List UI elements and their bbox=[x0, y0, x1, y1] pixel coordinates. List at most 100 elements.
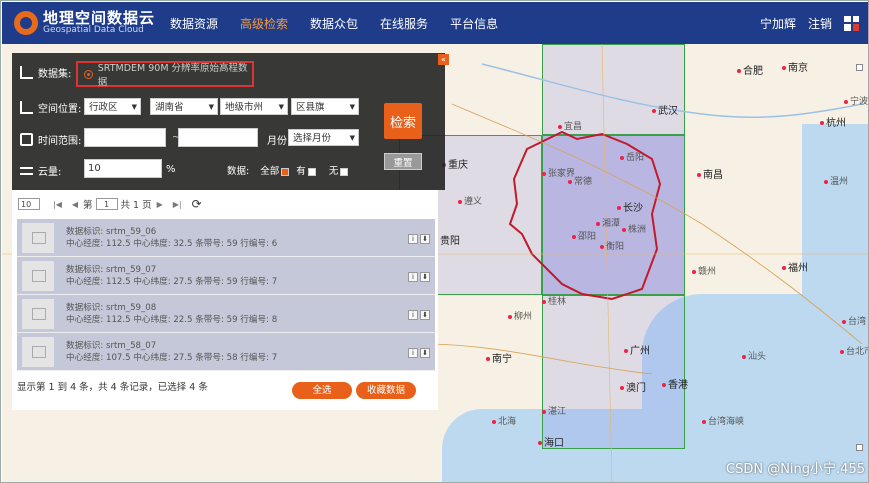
logout-link[interactable]: 注销 bbox=[808, 15, 832, 32]
cloud-input[interactable]: 10 bbox=[84, 159, 162, 178]
user-name-link[interactable]: 宁加辉 bbox=[760, 15, 796, 32]
dataset-label: 数据集: bbox=[38, 69, 72, 80]
refresh-icon[interactable]: ⟳ bbox=[192, 197, 202, 211]
location-type-select[interactable]: 行政区 bbox=[84, 98, 141, 116]
download-icon[interactable]: ⬇ bbox=[420, 348, 430, 358]
dataset-icon bbox=[20, 66, 33, 79]
location-icon bbox=[20, 101, 33, 114]
prev-page-icon[interactable]: ◀ bbox=[72, 200, 78, 209]
download-icon[interactable]: ⬇ bbox=[420, 310, 430, 320]
result-item[interactable]: 数据标识: srtm_59_06 中心经度: 112.5 中心纬度: 32.5 … bbox=[17, 219, 435, 257]
results-panel: 10 |◀ ◀ 第 1 共 1 页 ▶ ▶| ⟳ 数据标识: srtm_59_0… bbox=[12, 190, 438, 410]
thumbnail-image bbox=[22, 336, 54, 367]
end-date-input[interactable] bbox=[178, 128, 258, 147]
search-panel: 数据集: SRTMDEM 90M 分辨率原始高程数据 空间位置: 行政区 湖南省… bbox=[12, 53, 445, 190]
first-page-icon[interactable]: |◀ bbox=[53, 200, 62, 209]
site-logo[interactable]: 地理空间数据云 Geospatial Data Cloud bbox=[14, 10, 160, 36]
result-id: srtm_59_07 bbox=[106, 264, 157, 275]
map-zoom-out[interactable] bbox=[856, 444, 863, 451]
cloud-label: 云量: bbox=[38, 167, 62, 178]
info-icon[interactable]: i bbox=[408, 234, 418, 244]
download-icon[interactable]: ⬇ bbox=[420, 234, 430, 244]
info-icon[interactable]: i bbox=[408, 272, 418, 282]
result-id-label: 数据标识: bbox=[66, 302, 104, 313]
city-label: 汕头 bbox=[742, 349, 766, 362]
csdn-watermark: CSDN @Ning小宁.455 bbox=[726, 462, 865, 477]
result-id: srtm_59_08 bbox=[106, 302, 157, 313]
month-label: 月份: bbox=[267, 136, 291, 147]
city-label: 宜昌 bbox=[558, 119, 582, 132]
apps-grid-icon[interactable] bbox=[844, 15, 859, 31]
thumbnail-image bbox=[22, 222, 54, 253]
nav-crowdsourcing[interactable]: 数据众包 bbox=[310, 15, 358, 32]
city-label: 广州 bbox=[624, 342, 650, 357]
result-item[interactable]: 数据标识: srtm_58_07 中心经度: 107.5 中心纬度: 27.5 … bbox=[17, 333, 435, 371]
month-select[interactable]: 选择月份 bbox=[288, 129, 359, 147]
pagination-bar: 10 |◀ ◀ 第 1 共 1 页 ▶ ▶| ⟳ bbox=[12, 190, 438, 218]
next-page-icon[interactable]: ▶ bbox=[157, 200, 163, 209]
nav-online-services[interactable]: 在线服务 bbox=[380, 15, 428, 32]
collapse-panel-icon[interactable]: « bbox=[438, 54, 449, 65]
city-select[interactable]: 地级市州 bbox=[220, 98, 288, 116]
data-yes-label: 有 bbox=[296, 166, 306, 177]
city-label: 遵义 bbox=[458, 194, 482, 207]
city-label: 衡阳 bbox=[600, 239, 624, 252]
city-label: 台湾海峡 bbox=[702, 414, 744, 427]
result-item[interactable]: 数据标识: srtm_59_08 中心经度: 112.5 中心纬度: 22.5 … bbox=[17, 295, 435, 333]
info-icon[interactable]: i bbox=[408, 348, 418, 358]
data-all-checkbox[interactable] bbox=[281, 167, 290, 176]
dataset-selector[interactable]: SRTMDEM 90M 分辨率原始高程数据 bbox=[76, 61, 254, 88]
nav-data-resources[interactable]: 数据资源 bbox=[170, 15, 218, 32]
city-label: 台北市 bbox=[840, 344, 868, 357]
county-select[interactable]: 区县旗 bbox=[291, 98, 359, 116]
result-id-label: 数据标识: bbox=[66, 264, 104, 275]
page-prefix: 第 bbox=[83, 200, 93, 211]
result-id-label: 数据标识: bbox=[66, 226, 104, 237]
city-label: 福州 bbox=[782, 259, 808, 274]
info-icon[interactable]: i bbox=[408, 310, 418, 320]
data-all-label: 全部 bbox=[260, 166, 280, 177]
nav-advanced-search[interactable]: 高级检索 bbox=[240, 15, 288, 32]
data-no-checkbox[interactable] bbox=[340, 167, 349, 176]
location-label: 空间位置: bbox=[38, 104, 82, 115]
data-yes-checkbox[interactable] bbox=[307, 167, 316, 176]
map-zoom-in[interactable] bbox=[856, 64, 863, 71]
city-label: 常德 bbox=[568, 174, 592, 187]
logo-title: 地理空间数据云 bbox=[43, 8, 156, 27]
page-number-input[interactable]: 1 bbox=[95, 198, 118, 210]
start-date-input[interactable] bbox=[84, 128, 166, 147]
city-label: 邵阳 bbox=[572, 229, 596, 242]
dataset-radio-icon bbox=[84, 69, 93, 79]
city-label: 南昌 bbox=[697, 166, 723, 181]
city-label: 桂林 bbox=[542, 294, 566, 307]
last-page-icon[interactable]: ▶| bbox=[173, 200, 182, 209]
result-meta: 中心经度: 112.5 中心纬度: 22.5 条带号: 59 行编号: 8 bbox=[66, 314, 278, 325]
nav-platform-info[interactable]: 平台信息 bbox=[450, 15, 498, 32]
search-button[interactable]: 检索 bbox=[384, 103, 422, 139]
city-label: 长沙 bbox=[617, 199, 643, 214]
result-item[interactable]: 数据标识: srtm_59_07 中心经度: 112.5 中心纬度: 27.5 … bbox=[17, 257, 435, 295]
province-select[interactable]: 湖南省 bbox=[150, 98, 218, 116]
select-all-button[interactable]: 全选 bbox=[292, 382, 352, 399]
main-nav: 数据资源 高级检索 数据众包 在线服务 平台信息 bbox=[170, 15, 520, 32]
result-meta: 中心经度: 107.5 中心纬度: 27.5 条带号: 58 行编号: 7 bbox=[66, 352, 278, 363]
cloud-unit: % bbox=[166, 164, 176, 175]
city-label: 株洲 bbox=[622, 222, 646, 235]
result-meta: 中心经度: 112.5 中心纬度: 32.5 条带号: 59 行编号: 6 bbox=[66, 238, 278, 249]
logo-icon bbox=[14, 10, 38, 35]
favorite-button[interactable]: 收藏数据 bbox=[356, 382, 416, 399]
results-summary: 显示第 1 到 4 条，共 4 条记录，已选择 4 条 bbox=[17, 382, 208, 393]
thumbnail-image bbox=[22, 260, 54, 291]
city-label: 宁波 bbox=[844, 94, 868, 107]
download-icon[interactable]: ⬇ bbox=[420, 272, 430, 282]
clock-icon bbox=[20, 133, 33, 146]
logo-subtitle: Geospatial Data Cloud bbox=[43, 25, 144, 36]
page-size-select[interactable]: 10 bbox=[18, 198, 40, 210]
city-label: 杭州 bbox=[820, 114, 846, 129]
reset-button[interactable]: 重置 bbox=[384, 153, 422, 170]
city-label: 岳阳 bbox=[620, 150, 644, 163]
city-label: 柳州 bbox=[508, 309, 532, 322]
city-label: 湘潭 bbox=[596, 216, 620, 229]
time-label: 时间范围: bbox=[38, 136, 82, 147]
city-label: 海口 bbox=[538, 434, 564, 449]
